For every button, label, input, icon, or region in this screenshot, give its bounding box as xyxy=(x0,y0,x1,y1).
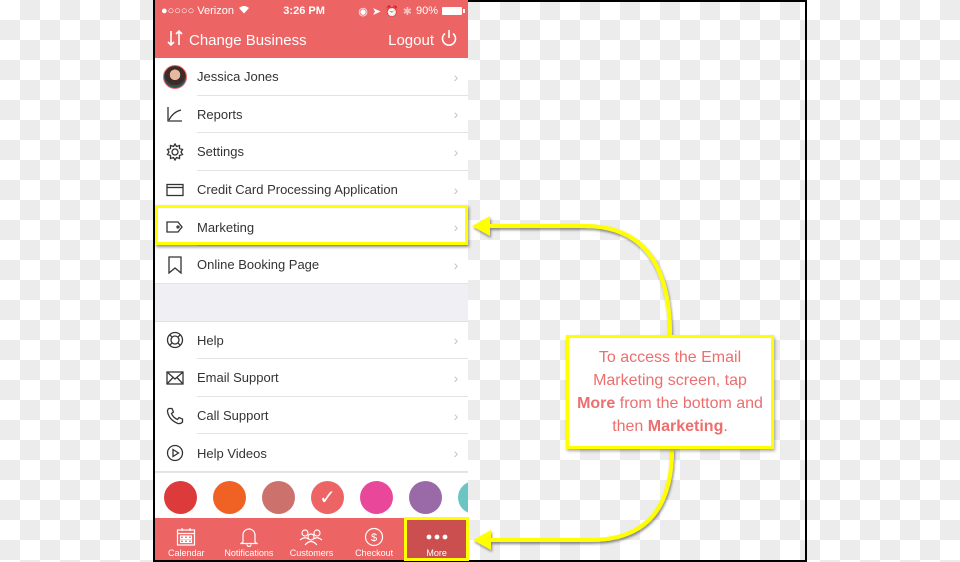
theme-color-picker: ✓ xyxy=(155,471,468,522)
menu-item-label: Help xyxy=(197,332,224,348)
tab-bar: Calendar Notifications Customers $ Check… xyxy=(155,518,468,560)
play-icon xyxy=(155,444,195,462)
callout-bold-marketing: Marketing xyxy=(647,418,724,435)
status-time: 3:26 PM xyxy=(283,5,325,17)
color-swatch[interactable] xyxy=(409,480,442,514)
chevron-right-icon: › xyxy=(453,369,459,386)
people-icon xyxy=(299,526,323,548)
menu-item-label: Email Support xyxy=(197,370,279,386)
chevron-right-icon: › xyxy=(453,181,459,198)
calendar-icon xyxy=(176,526,196,548)
change-business-label: Change Business xyxy=(189,31,307,49)
lock-rotation-icon: ◉ xyxy=(358,5,368,18)
location-icon: ➤ xyxy=(371,5,382,18)
chart-icon xyxy=(155,106,195,123)
tab-label: Notifications xyxy=(224,548,274,558)
logout-label: Logout xyxy=(388,31,434,49)
menu-item-label: Jessica Jones xyxy=(197,69,279,85)
battery-percent: 90% xyxy=(415,5,438,17)
menu-item-label: Marketing xyxy=(197,219,255,235)
dollar-icon: $ xyxy=(364,526,384,548)
menu-item-reports[interactable]: Reports › xyxy=(155,95,468,134)
menu-item-marketing[interactable]: Marketing › xyxy=(155,208,468,246)
logout-button[interactable]: Logout xyxy=(388,29,458,51)
avatar xyxy=(163,64,187,89)
color-swatch-selected[interactable]: ✓ xyxy=(311,480,344,514)
app-header: Change Business Logout xyxy=(155,22,468,58)
gear-icon xyxy=(155,142,195,161)
tab-notifications[interactable]: Notifications xyxy=(218,518,281,560)
color-swatch[interactable] xyxy=(360,480,393,514)
menu-item-label: Call Support xyxy=(197,408,269,424)
color-swatch[interactable] xyxy=(458,480,468,514)
chevron-right-icon: › xyxy=(453,407,459,424)
tab-more[interactable]: More xyxy=(405,518,468,560)
svg-text:$: $ xyxy=(371,532,377,544)
bluetooth-icon: ✱ xyxy=(402,5,412,18)
callout-end: . xyxy=(723,418,728,435)
tab-label: Customers xyxy=(289,548,334,558)
menu-item-call-support[interactable]: Call Support › xyxy=(155,396,468,435)
carrier-label: ●○○○○ Verizon xyxy=(161,5,234,17)
chevron-right-icon: › xyxy=(453,219,459,236)
chevron-right-icon: › xyxy=(453,106,459,123)
chevron-right-icon: › xyxy=(453,68,459,85)
change-business-button[interactable]: Change Business xyxy=(167,29,307,51)
lifebuoy-icon xyxy=(155,331,195,349)
menu-item-label: Online Booking Page xyxy=(197,257,320,273)
section-spacer xyxy=(155,283,468,322)
alarm-icon: ⏰ xyxy=(385,5,399,18)
color-swatch[interactable] xyxy=(262,480,295,514)
phone-screen: ●○○○○ Verizon 3:26 PM ◉ ➤ ⏰ ✱ 90% Change… xyxy=(155,0,468,560)
menu-item-help-videos[interactable]: Help Videos › xyxy=(155,434,468,472)
tag-icon xyxy=(155,220,195,234)
instruction-callout: To access the Email Marketing screen, ta… xyxy=(566,335,774,449)
bell-icon xyxy=(239,526,258,548)
callout-bold-more: More xyxy=(577,395,616,412)
tab-label: More xyxy=(426,548,447,558)
bookmark-icon xyxy=(155,256,195,274)
power-icon xyxy=(440,29,458,51)
chevron-right-icon: › xyxy=(453,445,459,462)
tab-label: Calendar xyxy=(168,548,205,558)
menu-item-settings[interactable]: Settings › xyxy=(155,133,468,171)
credit-card-icon xyxy=(155,183,195,197)
color-swatch[interactable] xyxy=(164,480,197,514)
more-icon xyxy=(425,526,449,548)
callout-text: To access the Email Marketing screen, ta… xyxy=(573,346,767,438)
tab-calendar[interactable]: Calendar xyxy=(155,518,218,560)
menu-item-label: Reports xyxy=(197,106,243,122)
menu-item-label: Settings xyxy=(197,144,244,160)
tab-checkout[interactable]: $ Checkout xyxy=(343,518,406,560)
chevron-right-icon: › xyxy=(453,256,459,273)
status-bar: ●○○○○ Verizon 3:26 PM ◉ ➤ ⏰ ✱ 90% xyxy=(155,0,468,22)
chevron-right-icon: › xyxy=(453,143,459,160)
menu-item-profile[interactable]: Jessica Jones › xyxy=(155,58,468,96)
menu-item-credit-card[interactable]: Credit Card Processing Application › xyxy=(155,170,468,209)
menu-item-help[interactable]: Help › xyxy=(155,321,468,360)
menu-item-label: Credit Card Processing Application xyxy=(197,182,398,198)
battery-icon xyxy=(441,7,465,15)
swap-icon xyxy=(167,29,183,51)
menu-item-online-booking[interactable]: Online Booking Page › xyxy=(155,245,468,284)
envelope-icon xyxy=(155,371,195,385)
tab-label: Checkout xyxy=(355,548,394,558)
tab-customers[interactable]: Customers xyxy=(280,518,343,560)
phone-icon xyxy=(155,407,195,425)
menu-item-email-support[interactable]: Email Support › xyxy=(155,359,468,397)
chevron-right-icon: › xyxy=(453,332,459,349)
color-swatch[interactable] xyxy=(213,480,246,514)
menu-item-label: Help Videos xyxy=(197,445,267,461)
wifi-icon xyxy=(238,5,250,17)
callout-line-1: To access the Email Marketing screen, ta… xyxy=(593,349,747,389)
